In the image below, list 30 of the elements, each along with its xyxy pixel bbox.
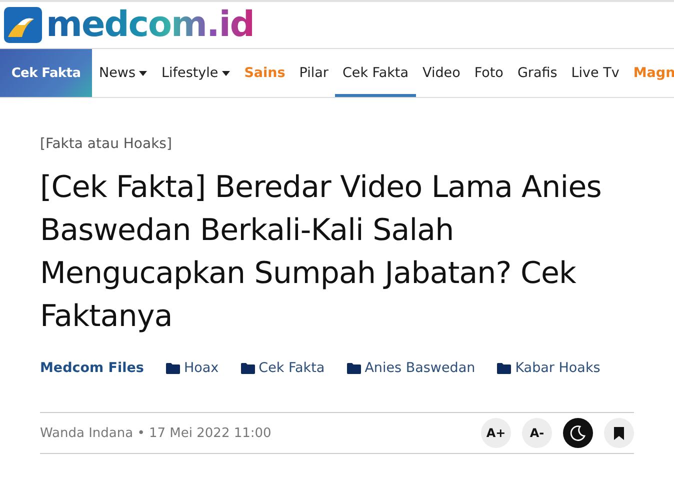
folder-icon [240, 362, 255, 374]
nav-link[interactable]: Grafis [510, 49, 564, 97]
article-title: [Cek Fakta] Beredar Video Lama Anies Baswedan Berkali-Kali Salah Mengucapkan Sumpah Jabatan? Cek Faktanya [40, 169, 603, 336]
nav-link[interactable]: News [92, 49, 154, 97]
tag-link[interactable]: Kabar Hoaks [497, 360, 600, 376]
caret-icon [222, 70, 230, 76]
font-size-button[interactable]: A+ [481, 418, 511, 448]
dark-mode-button[interactable] [563, 418, 593, 448]
eagle-logo-icon [4, 7, 42, 43]
folder-icon [497, 362, 512, 374]
nav-link[interactable]: Foto [467, 49, 510, 97]
bookmark-button[interactable] [604, 418, 634, 448]
tag-link[interactable]: Cek Fakta [240, 360, 325, 376]
font-size-button[interactable]: A- [522, 418, 552, 448]
tag-link[interactable]: Hoax [166, 360, 219, 376]
nav-link[interactable]: Live Tv [564, 49, 626, 97]
moon-icon [570, 425, 586, 441]
tag-link[interactable]: Anies Baswedan [346, 360, 476, 376]
source-link[interactable]: Medcom Files [40, 360, 144, 376]
folder-icon [346, 362, 361, 374]
caret-icon [139, 70, 148, 76]
folder-icon [166, 362, 180, 374]
nav-link[interactable]: Lifestyle [154, 49, 238, 97]
article-category: [Fakta atau Hoaks] [40, 136, 173, 152]
bookmark-icon [614, 426, 624, 440]
nav-link[interactable]: Cek Fakta [335, 49, 416, 97]
section-badge[interactable]: Cek Fakta [0, 49, 92, 97]
byline: Wanda Indana • 17 Mei 2022 11:00 [40, 426, 272, 440]
nav-link[interactable]: Pilar [292, 49, 336, 97]
nav-link[interactable]: Video [416, 49, 468, 97]
